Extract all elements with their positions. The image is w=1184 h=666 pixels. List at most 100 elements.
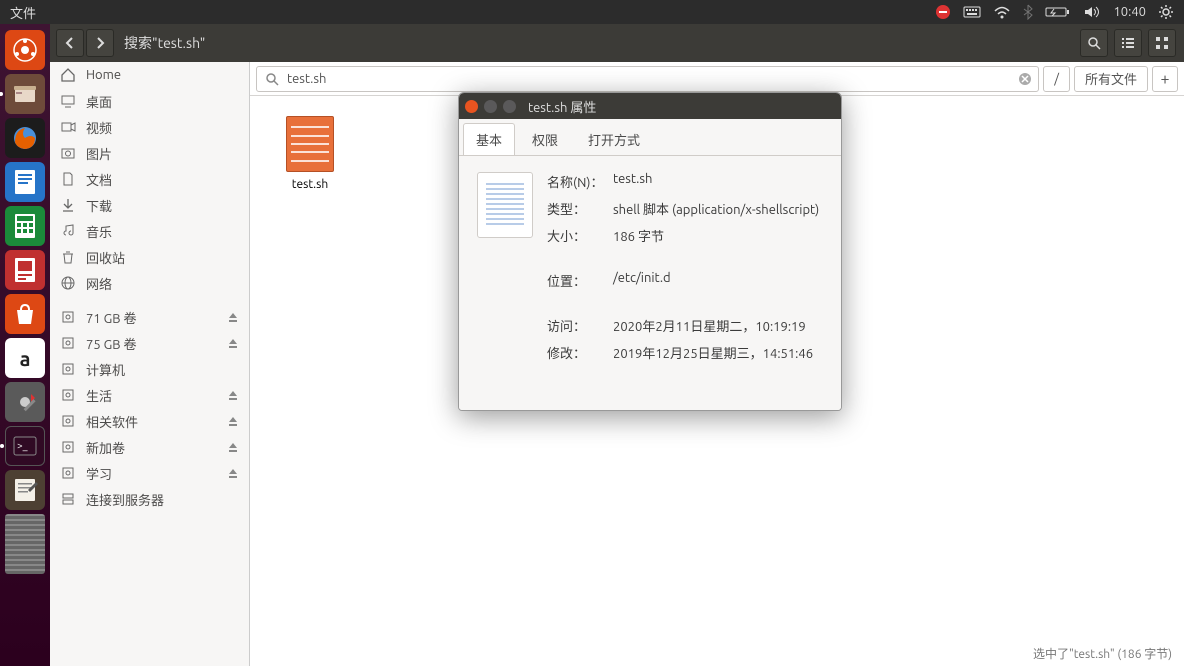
disk-icon [60,361,76,377]
trash-icon [60,249,76,265]
grid-view-button[interactable] [1148,29,1176,57]
launcher-settings[interactable] [5,382,45,422]
launcher-writer[interactable] [5,162,45,202]
sidebar-label: 学习 [86,464,112,483]
sidebar-label: Home [86,68,121,82]
statusbar: 选中了"test.sh" (186 字节) [1033,645,1172,662]
clear-search-icon[interactable] [1018,72,1032,86]
sidebar-device[interactable]: 相关软件 [50,408,249,434]
volume-icon[interactable] [1083,5,1101,19]
sidebar-label: 文档 [86,170,112,189]
eject-icon[interactable] [227,467,239,479]
tab-basic[interactable]: 基本 [463,123,515,155]
app-title[interactable]: 文件 [10,3,36,22]
sidebar: Home 桌面视频图片文档下载音乐回收站网络 71 GB 卷 75 GB 卷计算机生… [50,62,250,666]
back-button[interactable] [56,29,84,57]
sidebar-item-download[interactable]: 下载 [50,192,249,218]
sidebar-item-trash[interactable]: 回收站 [50,244,249,270]
dialog-title: test.sh 属性 [528,97,596,116]
prop-name-key: 名称(N)： [547,172,613,191]
launcher-software[interactable] [5,294,45,334]
battery-icon[interactable] [1045,5,1071,19]
tab-permissions[interactable]: 权限 [519,123,571,155]
search-button[interactable] [1080,29,1108,57]
prop-mod-val: 2019年12月25日星期三，14:51:46 [613,343,823,362]
sidebar-item-photo[interactable]: 图片 [50,140,249,166]
clock[interactable]: 10:40 [1113,5,1146,19]
bluetooth-icon[interactable] [1023,4,1033,20]
prop-loc-val: /etc/init.d [613,271,823,290]
sidebar-item-home[interactable]: Home [50,62,249,88]
disk-icon [60,491,76,507]
eject-icon[interactable] [227,415,239,427]
file-thumb-icon [286,116,334,172]
doc-icon [60,171,76,187]
sidebar-label: 75 GB 卷 [86,334,137,353]
eject-icon[interactable] [227,389,239,401]
sidebar-label: 新加卷 [86,438,125,457]
sidebar-device[interactable]: 连接到服务器 [50,486,249,512]
eject-icon[interactable] [227,337,239,349]
home-icon [60,67,76,83]
sidebar-label: 计算机 [86,360,125,379]
prop-name-val[interactable]: test.sh [613,172,823,191]
launcher-dash[interactable] [5,30,45,70]
dialog-titlebar[interactable]: test.sh 属性 [459,93,841,119]
sidebar-device[interactable]: 学习 [50,460,249,486]
file-type-icon[interactable] [477,172,533,238]
search-bar: test.sh / 所有文件 + [250,62,1184,96]
wifi-icon[interactable] [993,5,1011,19]
maximize-icon[interactable] [503,100,516,113]
sidebar-label: 音乐 [86,222,112,241]
tab-openwith[interactable]: 打开方式 [575,123,653,155]
launcher-calc[interactable] [5,206,45,246]
sidebar-device[interactable]: 71 GB 卷 [50,304,249,330]
launcher-editor[interactable] [5,470,45,510]
download-icon [60,197,76,213]
desktop-icon [60,93,76,109]
scope-filter[interactable]: 所有文件 [1074,66,1148,92]
launcher-stack[interactable] [5,514,45,574]
file-item[interactable]: test.sh [270,116,350,191]
sidebar-item-desktop[interactable]: 桌面 [50,88,249,114]
keyboard-icon[interactable] [963,5,981,19]
add-filter-button[interactable]: + [1152,66,1178,92]
dialog-body: 名称(N)：test.sh 类型：shell 脚本 (application/x… [459,156,841,410]
launcher-impress[interactable] [5,250,45,290]
minimize-icon[interactable] [484,100,497,113]
launcher-terminal[interactable]: >_ [5,426,45,466]
photo-icon [60,145,76,161]
file-name: test.sh [292,178,328,191]
prop-size-val: 186 字节 [613,226,823,245]
prop-mod-key: 修改： [547,343,613,362]
sidebar-device[interactable]: 生活 [50,382,249,408]
error-icon[interactable] [935,4,951,20]
sidebar-item-music[interactable]: 音乐 [50,218,249,244]
prop-access-key: 访问： [547,316,613,335]
scope-path[interactable]: / [1043,66,1070,92]
sidebar-item-video[interactable]: 视频 [50,114,249,140]
launcher-firefox[interactable] [5,118,45,158]
prop-type-key: 类型： [547,199,613,218]
sidebar-device[interactable]: 75 GB 卷 [50,330,249,356]
sidebar-device[interactable]: 计算机 [50,356,249,382]
disk-icon [60,465,76,481]
list-view-button[interactable] [1114,29,1142,57]
forward-button[interactable] [86,29,114,57]
launcher-files[interactable] [5,74,45,114]
search-input[interactable]: test.sh [256,66,1039,92]
sidebar-device[interactable]: 新加卷 [50,434,249,460]
eject-icon[interactable] [227,311,239,323]
system-indicators: 10:40 [935,4,1174,20]
launcher-amazon[interactable]: a [5,338,45,378]
gear-icon[interactable] [1158,4,1174,20]
sidebar-item-doc[interactable]: 文档 [50,166,249,192]
toolbar: 搜索"test.sh" [50,24,1184,62]
sidebar-item-network[interactable]: 网络 [50,270,249,296]
sidebar-label: 生活 [86,386,112,405]
sidebar-label: 71 GB 卷 [86,308,137,327]
sidebar-label: 桌面 [86,92,112,111]
close-icon[interactable] [465,100,478,113]
prop-size-key: 大小： [547,226,613,245]
eject-icon[interactable] [227,441,239,453]
